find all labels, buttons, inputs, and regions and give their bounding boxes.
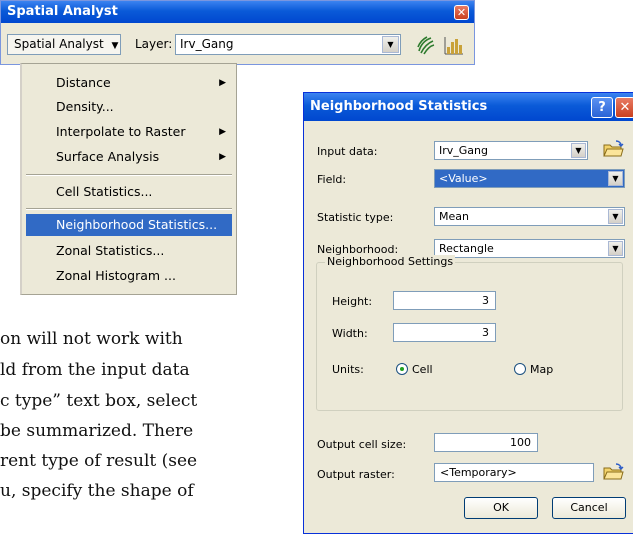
units-label: Units:	[332, 363, 364, 376]
chevron-down-icon[interactable]: ▼	[608, 209, 623, 224]
chevron-down-icon[interactable]: ▼	[608, 171, 623, 186]
output-cell-size-input[interactable]: 100	[434, 433, 538, 452]
field-value: <Value>	[439, 172, 488, 185]
toolbar-close-icon[interactable]: ✕	[454, 5, 469, 20]
toolbar-body: Spatial Analyst ▼ Layer: Irv_Gang ▼	[1, 23, 474, 64]
neighborhood-value: Rectangle	[439, 242, 494, 255]
menu-item-label: Neighborhood Statistics...	[56, 217, 218, 232]
body-text-line: rent type of result (see	[0, 451, 198, 471]
close-icon[interactable]: ✕	[615, 97, 633, 118]
statistic-type-label: Statistic type:	[317, 211, 394, 224]
layer-select[interactable]: Irv_Gang ▼	[175, 34, 401, 55]
body-text-line: c type” text box, select	[0, 391, 198, 411]
spatial-analyst-dropdown-menu: Distance ▶ Density... Interpolate to Ras…	[20, 63, 237, 295]
group-title: Neighborhood Settings	[325, 255, 456, 268]
output-raster-label: Output raster:	[317, 468, 395, 481]
unit-cell-label: Cell	[412, 363, 433, 376]
submenu-arrow-icon: ▶	[219, 152, 226, 162]
unit-map-radio[interactable]	[514, 363, 526, 375]
menu-item-label: Distance	[56, 75, 111, 90]
input-data-value: Irv_Gang	[439, 144, 488, 157]
menu-item-label: Density...	[56, 99, 114, 114]
body-text-line: on will not work with	[0, 329, 183, 349]
toolbar-title-bar[interactable]: Spatial Analyst ✕	[1, 1, 474, 23]
statistic-type-select[interactable]: Mean ▼	[434, 207, 625, 226]
chevron-down-icon[interactable]: ▼	[571, 143, 586, 158]
menu-item-label: Zonal Histogram ...	[56, 268, 176, 283]
submenu-arrow-icon: ▶	[219, 78, 226, 88]
dialog-title-bar[interactable]: Neighborhood Statistics ? ✕	[304, 93, 633, 121]
menu-item-density[interactable]: Density...	[26, 96, 232, 118]
height-label: Height:	[332, 295, 373, 308]
contour-tool-icon[interactable]	[415, 34, 437, 56]
ok-button[interactable]: OK	[464, 497, 538, 519]
spatial-analyst-menu-button[interactable]: Spatial Analyst ▼	[7, 34, 121, 55]
menu-item-label: Interpolate to Raster	[56, 124, 186, 139]
histogram-tool-icon[interactable]	[443, 34, 465, 56]
width-label: Width:	[332, 327, 368, 340]
field-select[interactable]: <Value> ▼	[434, 169, 625, 188]
menu-item-label: Zonal Statistics...	[56, 243, 165, 258]
cancel-button[interactable]: Cancel	[552, 497, 626, 519]
chevron-down-icon[interactable]: ▼	[608, 241, 623, 256]
neighborhood-settings-group: Neighborhood Settings Height: 3 Width: 3…	[316, 255, 623, 411]
menu-item-distance[interactable]: Distance ▶	[26, 72, 232, 94]
open-folder-icon[interactable]	[601, 461, 625, 483]
help-icon[interactable]: ?	[591, 97, 613, 118]
statistic-type-value: Mean	[439, 210, 469, 223]
neighborhood-statistics-dialog: Neighborhood Statistics ? ✕ Input data: …	[303, 92, 633, 534]
menu-item-zonal-histogram[interactable]: Zonal Histogram ...	[26, 265, 232, 287]
menu-item-label: Surface Analysis	[56, 149, 160, 164]
chevron-down-icon: ▼	[111, 41, 119, 51]
menu-separator	[26, 174, 232, 176]
neighborhood-select[interactable]: Rectangle ▼	[434, 239, 625, 258]
menu-item-zonal-statistics[interactable]: Zonal Statistics...	[26, 240, 232, 262]
layer-value: Irv_Gang	[180, 37, 234, 51]
body-text-line: ld from the input data	[0, 360, 190, 380]
body-text-line: u, specify the shape of	[0, 481, 194, 501]
menu-item-label: Cell Statistics...	[56, 184, 153, 199]
layer-label: Layer:	[135, 37, 173, 51]
submenu-arrow-icon: ▶	[219, 127, 226, 137]
field-label: Field:	[317, 173, 347, 186]
input-data-label: Input data:	[317, 145, 378, 158]
menu-item-cell-statistics[interactable]: Cell Statistics...	[26, 181, 232, 203]
unit-map-label: Map	[530, 363, 554, 376]
width-input[interactable]: 3	[393, 323, 496, 342]
body-text-line: be summarized. There	[0, 421, 194, 441]
output-raster-input[interactable]: <Temporary>	[434, 463, 594, 482]
open-folder-icon[interactable]	[601, 138, 625, 160]
output-cell-size-label: Output cell size:	[317, 438, 407, 451]
spatial-analyst-toolbar: Spatial Analyst ✕ Spatial Analyst ▼ Laye…	[0, 0, 475, 65]
height-input[interactable]: 3	[393, 291, 496, 310]
input-data-select[interactable]: Irv_Gang ▼	[434, 141, 588, 160]
radio-selected-dot	[400, 367, 404, 371]
dialog-title: Neighborhood Statistics	[310, 99, 488, 114]
menu-item-interpolate[interactable]: Interpolate to Raster ▶	[26, 121, 232, 143]
chevron-down-icon[interactable]: ▼	[382, 36, 399, 53]
menu-item-surface-analysis[interactable]: Surface Analysis ▶	[26, 146, 232, 168]
menu-separator	[26, 208, 232, 210]
unit-cell-radio[interactable]	[396, 363, 408, 375]
menu-button-label: Spatial Analyst	[14, 37, 104, 51]
toolbar-title: Spatial Analyst	[7, 4, 118, 19]
menu-item-neighborhood-statistics[interactable]: Neighborhood Statistics...	[26, 214, 232, 236]
